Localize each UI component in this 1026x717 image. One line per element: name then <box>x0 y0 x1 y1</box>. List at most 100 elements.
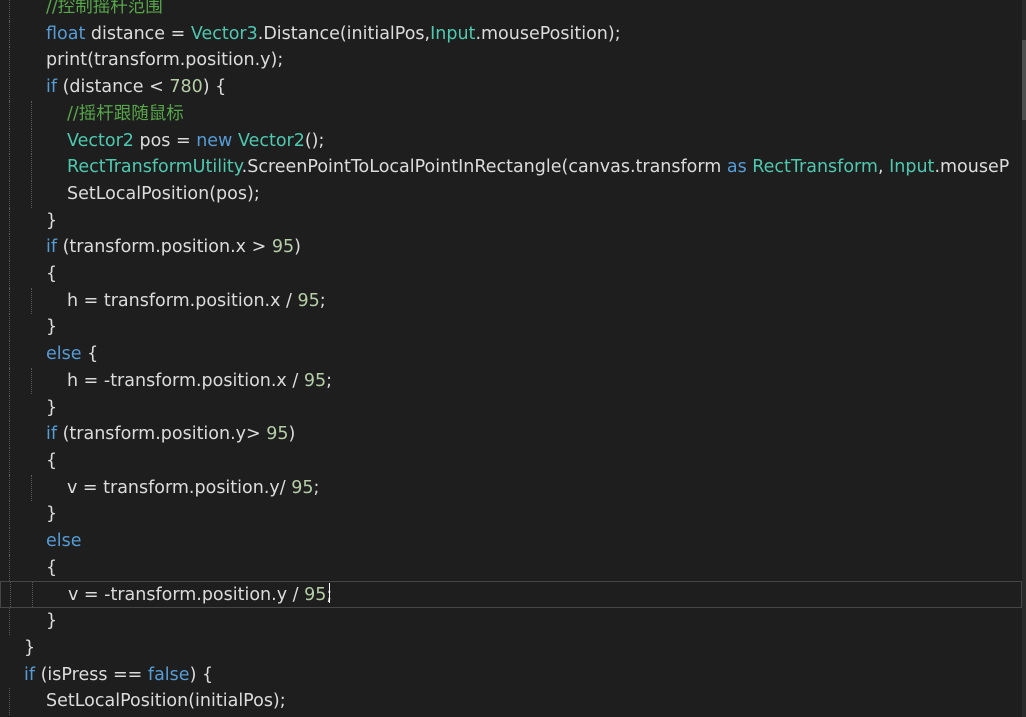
indent-guide <box>31 474 32 502</box>
code-token: distance = <box>85 23 191 44</box>
code-line[interactable]: SetLocalPosition(initialPos); <box>0 688 1022 715</box>
indent-guide <box>31 287 32 315</box>
indent-guide <box>9 367 10 395</box>
code-token: Input <box>430 23 476 44</box>
code-token: if <box>46 237 58 258</box>
code-token: } <box>46 397 58 418</box>
code-text: Vector2 pos = new Vector2(); <box>67 128 324 155</box>
code-token: .mousePosition); <box>475 23 621 44</box>
indent-guide <box>9 287 10 315</box>
indent-guide <box>9 74 10 101</box>
code-token: { <box>46 557 58 578</box>
indent-guide <box>9 501 10 528</box>
code-text: } <box>24 635 35 662</box>
code-text: v = transform.position.y/ 95; <box>67 475 319 502</box>
code-text: SetLocalPosition(initialPos); <box>46 688 286 715</box>
code-line[interactable]: } <box>0 394 1022 422</box>
code-line-current[interactable]: v = -transform.position.y / 95; <box>0 581 1022 609</box>
indent-guide <box>9 261 10 288</box>
code-token: ) { <box>189 664 214 685</box>
code-token: pos = <box>133 130 197 151</box>
indent-guide <box>31 100 32 128</box>
code-line[interactable]: RectTransformUtility.ScreenPointToLocalP… <box>0 154 1022 181</box>
code-token: h = transform.position.x / <box>67 290 298 311</box>
code-line[interactable]: } <box>0 501 1022 528</box>
code-line[interactable]: } <box>0 608 1022 635</box>
code-text: } <box>46 208 57 235</box>
code-text: if (isPress == false) { <box>24 662 213 689</box>
code-text: else <box>46 528 82 555</box>
code-token: Vector2 <box>237 130 305 151</box>
code-line[interactable]: SetLocalPosition(pos); <box>0 180 1022 208</box>
code-line[interactable]: //控制摇杆范围 <box>0 0 1022 21</box>
indent-guide <box>9 127 10 155</box>
code-token: Input <box>889 157 935 178</box>
code-text: //摇杆跟随鼠标 <box>67 101 184 128</box>
code-editor[interactable]: //控制摇杆范围 float distance = Vector3.Distanc… <box>0 0 1026 717</box>
vertical-scrollbar[interactable] <box>1022 0 1026 717</box>
code-token: 95 <box>291 477 314 498</box>
code-token: , <box>877 157 890 178</box>
code-text: RectTransformUtility.ScreenPointToLocalP… <box>67 154 1009 181</box>
code-line[interactable]: if (isPress == false) { <box>0 662 1022 689</box>
code-token: .ScreenPointToLocalPointInRectangle(canv… <box>241 157 727 178</box>
indent-guide <box>9 20 10 48</box>
code-token: //控制摇杆范围 <box>46 0 163 17</box>
code-text: { <box>46 555 57 582</box>
indent-guide <box>9 688 10 715</box>
indent-guide <box>9 234 10 261</box>
code-token: (transform.position.y> <box>57 424 267 445</box>
code-token: SetLocalPosition(pos); <box>67 183 260 204</box>
indent-guide <box>32 582 33 608</box>
code-token: .Distance(initialPos, <box>257 23 431 44</box>
code-line[interactable]: if (transform.position.x > 95) <box>0 234 1022 261</box>
code-token: (); <box>304 130 325 151</box>
code-token: RectTransformUtility <box>67 157 242 178</box>
code-text: { <box>46 261 57 288</box>
indent-guide <box>9 608 10 635</box>
code-text: //控制摇杆范围 <box>46 0 163 21</box>
code-token: 95 <box>271 237 295 258</box>
code-line[interactable]: { <box>0 261 1022 288</box>
code-text: if (distance < 780) { <box>46 74 226 101</box>
code-line[interactable]: if (transform.position.y> 95) <box>0 421 1022 448</box>
code-token: else <box>46 344 82 365</box>
code-text: h = transform.position.x / 95; <box>67 288 326 315</box>
code-text: else { <box>46 341 98 368</box>
code-line[interactable]: } <box>0 207 1022 235</box>
code-line[interactable]: if (distance < 780) { <box>0 74 1022 101</box>
code-line[interactable]: else <box>0 528 1022 555</box>
indent-guide <box>9 421 10 448</box>
code-line[interactable]: float distance = Vector3.Distance(initia… <box>0 20 1022 48</box>
code-token: } <box>46 210 58 231</box>
scrollbar-thumb[interactable] <box>1022 40 1026 120</box>
code-token: ) { <box>202 77 227 98</box>
code-token: } <box>46 317 58 338</box>
indent-guide <box>9 528 10 555</box>
code-line[interactable]: Vector2 pos = new Vector2(); <box>0 127 1022 155</box>
code-token: 780 <box>169 77 203 98</box>
code-line[interactable]: //摇杆跟随鼠标 <box>0 100 1022 128</box>
code-line[interactable]: } <box>0 314 1022 342</box>
code-line[interactable]: v = transform.position.y/ 95; <box>0 474 1022 502</box>
code-line[interactable]: h = -transform.position.x / 95; <box>0 367 1022 395</box>
code-token: { <box>46 264 58 284</box>
code-text: } <box>46 608 57 635</box>
code-line[interactable]: } <box>0 635 1022 662</box>
code-line[interactable]: else { <box>0 341 1022 368</box>
code-line[interactable]: h = transform.position.x / 95; <box>0 287 1022 315</box>
code-line[interactable]: { <box>0 554 1022 582</box>
indent-guide <box>9 180 10 208</box>
code-text: if (transform.position.x > 95) <box>46 234 301 261</box>
code-text: float distance = Vector3.Distance(initia… <box>46 21 621 48</box>
code-text: SetLocalPosition(pos); <box>67 181 260 208</box>
code-line[interactable]: print(transform.position.y); <box>0 47 1022 75</box>
code-token: //摇杆跟随鼠标 <box>67 103 184 124</box>
code-line[interactable]: { <box>0 447 1022 475</box>
code-token: 95 <box>297 290 320 311</box>
indent-guide <box>31 367 32 395</box>
indent-guide <box>9 0 10 21</box>
code-token: 95 <box>266 424 289 445</box>
indent-guide <box>31 154 32 181</box>
code-token: } <box>24 637 36 658</box>
